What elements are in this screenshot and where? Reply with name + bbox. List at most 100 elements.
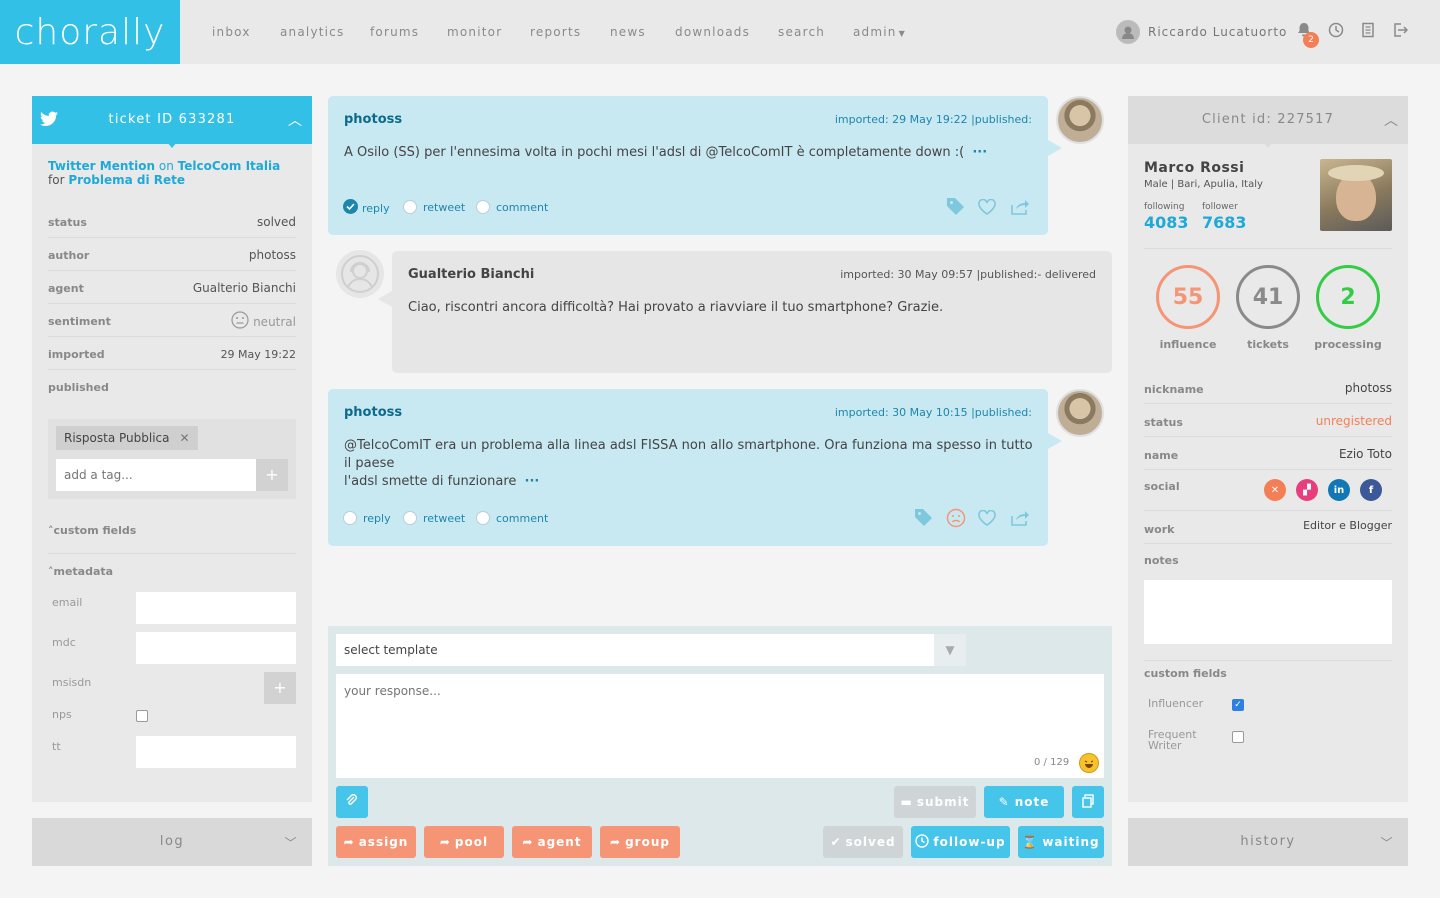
message-author[interactable]: photoss <box>344 405 402 420</box>
client-name-row: name Ezio Toto <box>1144 437 1392 470</box>
author-avatar[interactable] <box>1056 389 1104 437</box>
forward-arrow-icon: ➦ <box>439 835 451 849</box>
label: agent <box>48 282 84 295</box>
assign-label: assign <box>358 835 409 849</box>
tag-input[interactable] <box>56 459 256 491</box>
source-type-link[interactable]: Twitter Mention <box>48 159 155 173</box>
copy-icon <box>1081 793 1095 811</box>
nav-downloads[interactable]: downloads <box>675 0 750 64</box>
metadata-label: metadata <box>53 565 114 578</box>
paperclip-icon <box>345 793 359 811</box>
client-header[interactable]: Client id: 227517 ︿ <box>1128 96 1408 148</box>
response-textarea[interactable] <box>336 674 1104 778</box>
clock-icon[interactable] <box>1326 22 1346 42</box>
nav-analytics[interactable]: analytics <box>280 0 344 64</box>
nav-forums[interactable]: forums <box>370 0 419 64</box>
on-word: on <box>158 159 174 173</box>
share-icon[interactable] <box>1010 199 1030 218</box>
document-icon[interactable] <box>1358 22 1378 42</box>
copy-button[interactable] <box>1072 786 1104 818</box>
tag-icon[interactable] <box>914 509 934 530</box>
processing-ring[interactable]: 2 <box>1316 265 1380 329</box>
follow-up-button[interactable]: follow-up <box>911 826 1010 858</box>
notes-input[interactable] <box>1144 580 1392 644</box>
template-select[interactable]: select template <box>336 634 934 666</box>
custom-fields-toggle[interactable]: ˄custom fields <box>48 524 296 554</box>
linkedin-icon[interactable]: in <box>1328 479 1350 501</box>
logout-icon[interactable] <box>1390 22 1410 42</box>
attach-button[interactable] <box>336 786 368 818</box>
notification-badge: 2 <box>1303 32 1319 48</box>
chevron-up-icon[interactable]: ︿ <box>288 110 302 130</box>
assign-button[interactable]: ➦ assign <box>336 826 416 858</box>
divider <box>1144 248 1392 249</box>
facebook-icon[interactable]: f <box>1360 479 1382 501</box>
nav-monitor[interactable]: monitor <box>447 0 502 64</box>
ticket-status-row: status solved <box>48 205 296 238</box>
topic-link[interactable]: Problema di Rete <box>68 173 185 187</box>
comment-option[interactable]: comment <box>476 511 548 525</box>
chevron-up-icon[interactable]: ︿ <box>1384 110 1398 130</box>
submit-button[interactable]: ▬ submit <box>894 786 976 818</box>
metadata-toggle[interactable]: ˄metadata <box>48 565 113 578</box>
influencer-checkbox[interactable]: ✓ <box>1232 699 1244 711</box>
sad-face-icon[interactable] <box>946 508 966 531</box>
solved-button[interactable]: ✔ solved <box>823 826 903 858</box>
user-menu[interactable]: Riccardo Lucatuorto <box>1116 20 1287 44</box>
retweet-option[interactable]: retweet <box>403 511 465 525</box>
reply-option[interactable]: reply <box>343 199 390 217</box>
radio-icon <box>476 200 490 214</box>
following-label: following <box>1144 202 1185 212</box>
agent-button[interactable]: ➦ agent <box>512 826 592 858</box>
nav-reports[interactable]: reports <box>530 0 581 64</box>
pool-button[interactable]: ➦ pool <box>424 826 504 858</box>
more-icon[interactable]: ··· <box>972 145 987 160</box>
author-avatar[interactable] <box>1056 96 1104 144</box>
remove-tag-icon[interactable]: ✕ <box>180 431 190 445</box>
history-bar[interactable]: history ﹀ <box>1128 818 1408 866</box>
group-button[interactable]: ➦ group <box>600 826 680 858</box>
nav-inbox[interactable]: inbox <box>212 0 251 64</box>
social-icons: ✕ ▞ in f <box>1264 479 1382 501</box>
brand-link[interactable]: TelcoCom Italia <box>178 159 281 173</box>
meta-email-input[interactable] <box>136 592 296 624</box>
foursquare-icon[interactable]: ▞ <box>1296 479 1318 501</box>
nav-search[interactable]: search <box>778 0 825 64</box>
frequent-writer-checkbox[interactable] <box>1232 731 1244 743</box>
tag-label: Risposta Pubblica <box>64 431 170 445</box>
meta-mdc-input[interactable] <box>136 632 296 664</box>
message-text: Ciao, riscontri ancora difficoltà? Hai p… <box>408 300 944 315</box>
tag-icon[interactable] <box>946 198 966 219</box>
frequent-writer-label: Frequent Writer <box>1148 728 1197 752</box>
nps-checkbox[interactable] <box>136 710 148 722</box>
add-msisdn-button[interactable]: + <box>264 672 296 704</box>
tickets-ring[interactable]: 41 <box>1236 265 1300 329</box>
add-tag-button[interactable]: + <box>256 459 288 491</box>
comment-label: comment <box>496 511 549 525</box>
more-icon[interactable]: ··· <box>525 474 540 489</box>
retweet-option[interactable]: retweet <box>403 200 465 214</box>
chorally-logo[interactable]: chorally <box>0 0 180 64</box>
xing-icon[interactable]: ✕ <box>1264 479 1286 501</box>
tag-chip[interactable]: Risposta Pubblica ✕ <box>56 426 198 450</box>
reply-option[interactable]: reply <box>343 511 391 525</box>
waiting-button[interactable]: ⌛ waiting <box>1018 826 1104 858</box>
comment-option[interactable]: comment <box>476 200 548 214</box>
nav-admin[interactable]: admin ▼ <box>853 0 906 64</box>
log-bar[interactable]: log ﹀ <box>32 818 312 866</box>
nav-news[interactable]: news <box>610 0 646 64</box>
meta-tt-input[interactable] <box>136 736 296 768</box>
follower-count[interactable]: 7683 <box>1202 213 1247 232</box>
ticket-header[interactable]: ticket ID 633281 ︿ <box>32 96 312 148</box>
message-author[interactable]: photoss <box>344 112 402 127</box>
message-author[interactable]: Gualterio Bianchi <box>408 267 534 282</box>
emoji-icon[interactable] <box>1079 753 1099 773</box>
radio-icon <box>343 511 357 525</box>
heart-icon[interactable] <box>978 509 996 529</box>
dropdown-arrow-icon[interactable]: ▼ <box>934 634 966 666</box>
share-icon[interactable] <box>1010 510 1030 529</box>
following-count[interactable]: 4083 <box>1144 213 1189 232</box>
client-id: Client id: 227517 <box>1201 112 1335 127</box>
heart-icon[interactable] <box>978 198 996 218</box>
note-button[interactable]: ✎ note <box>984 786 1064 818</box>
